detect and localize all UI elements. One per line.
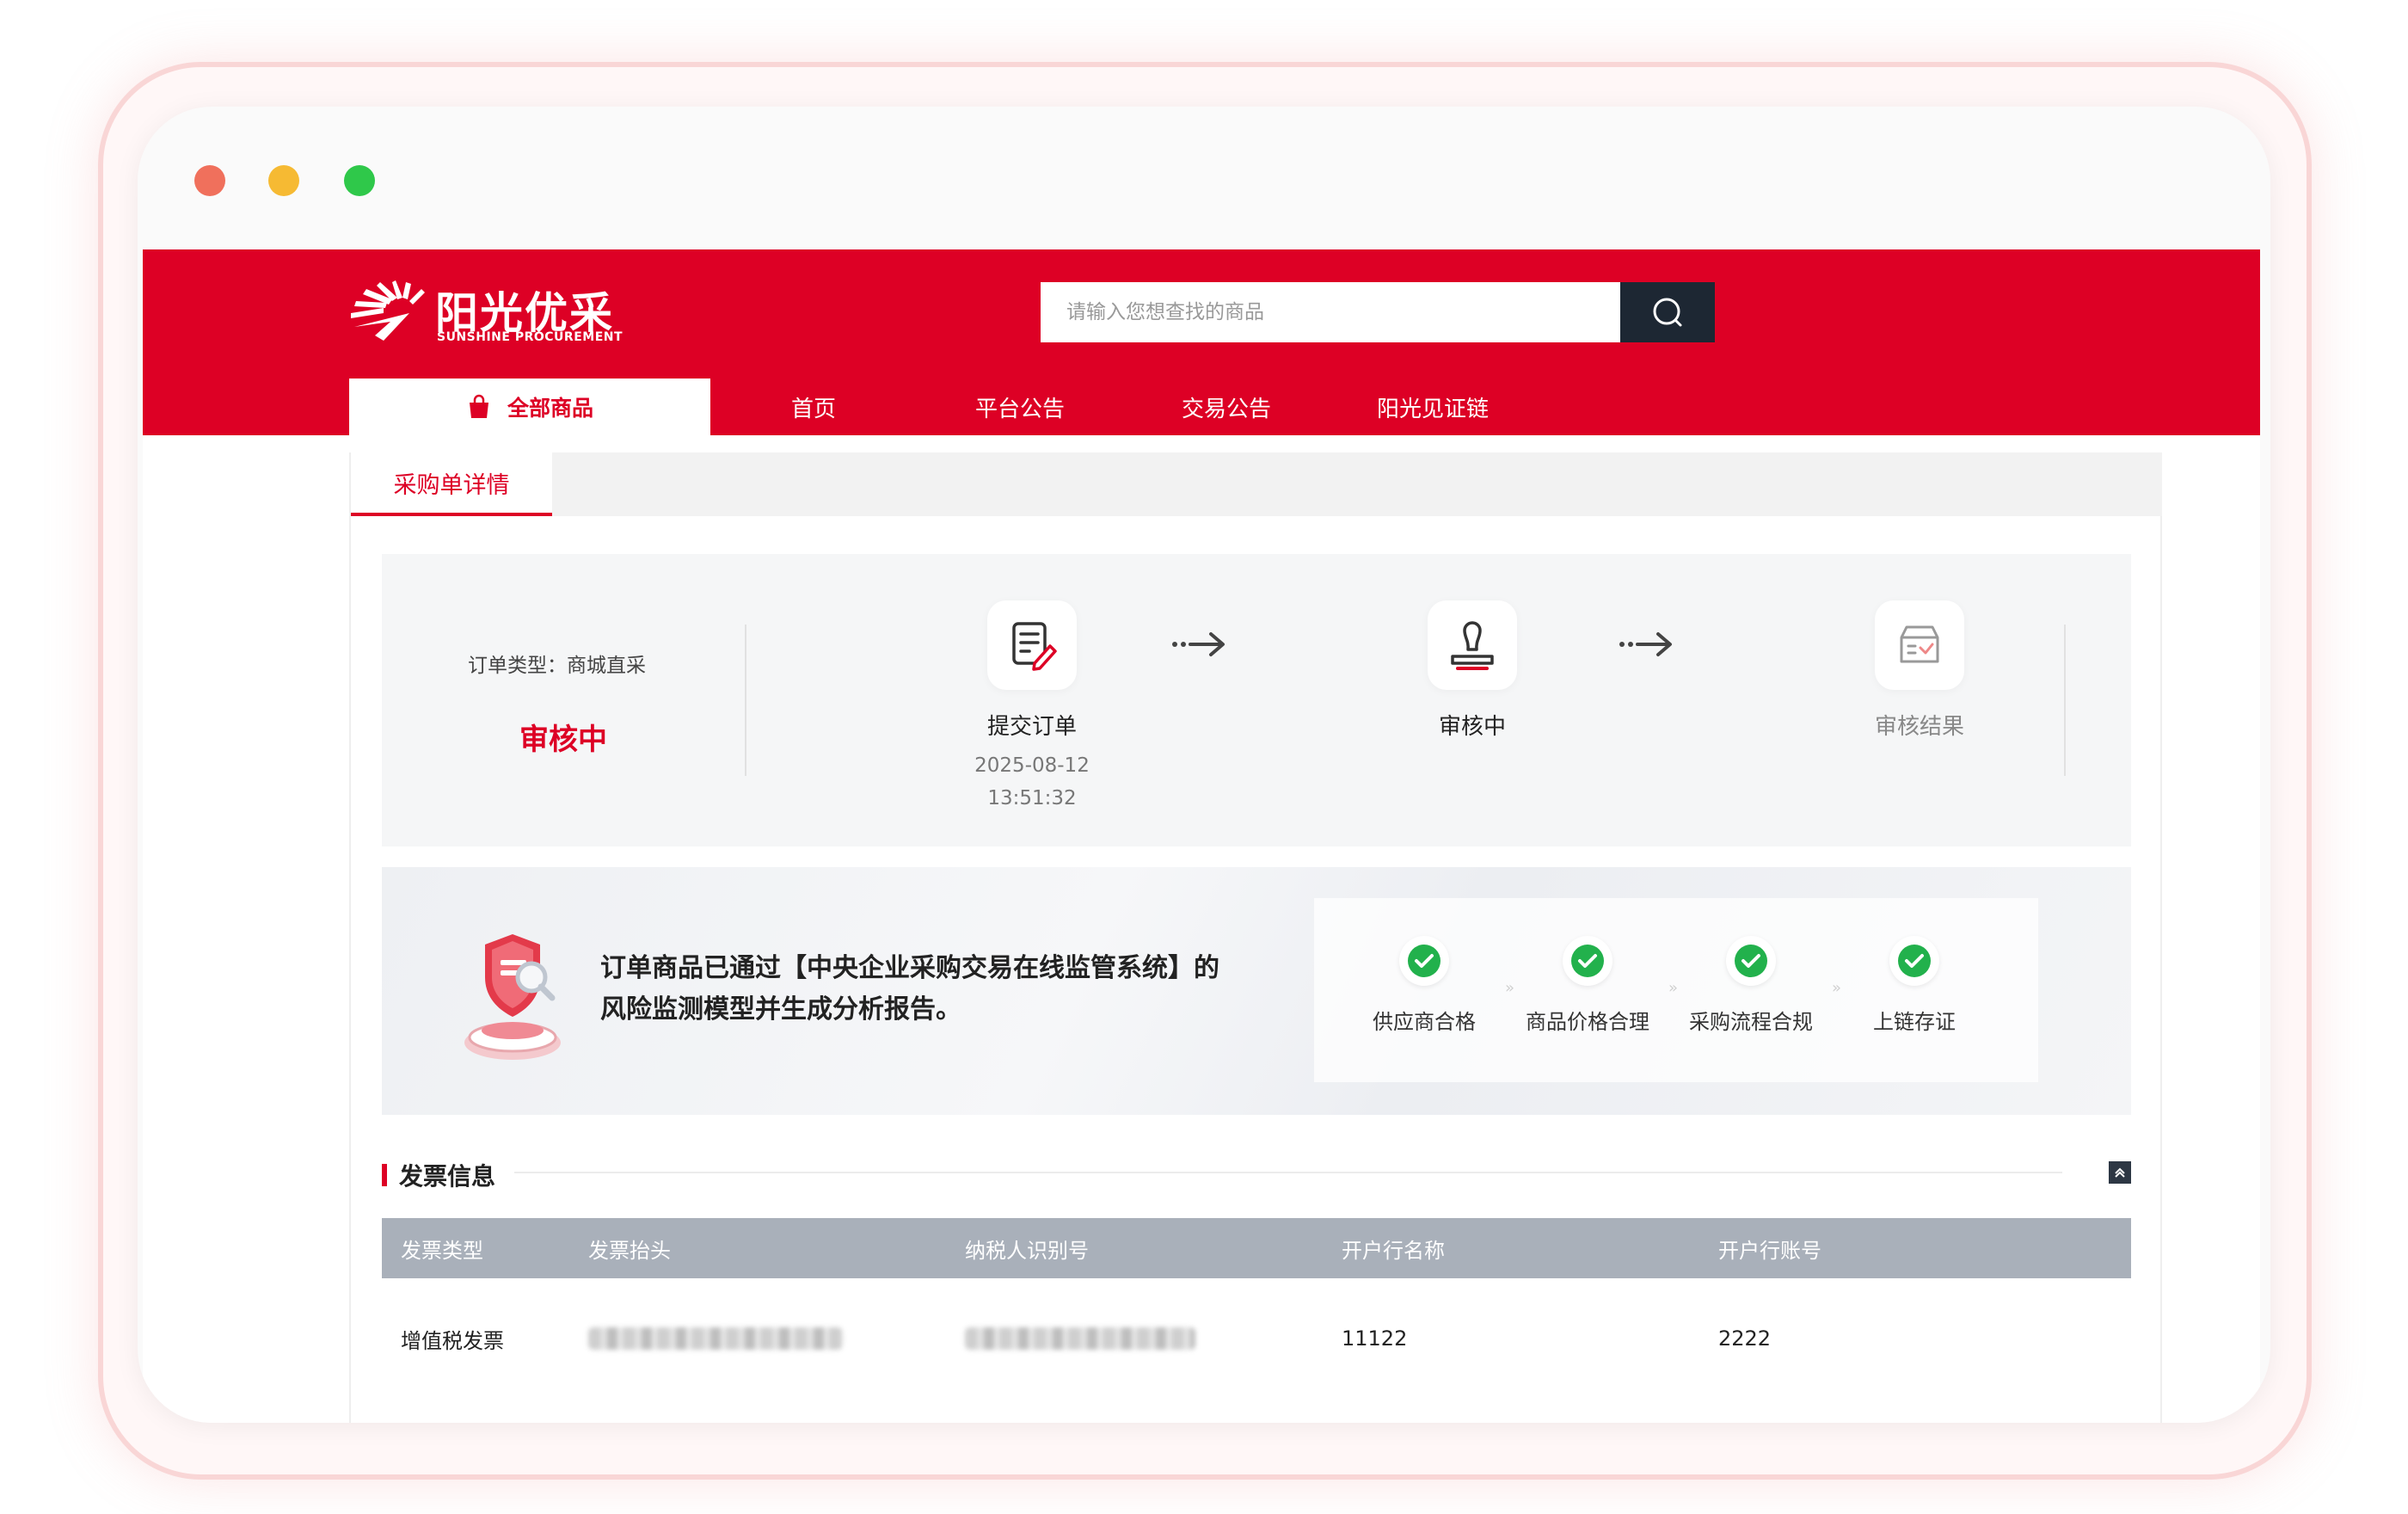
step-icon-wrapper xyxy=(1875,600,1964,690)
shopping-bag-icon xyxy=(469,394,488,418)
close-dot[interactable] xyxy=(194,165,225,196)
shield-search-icon xyxy=(464,934,561,1060)
column-header: 开户行账号 xyxy=(1718,1238,1821,1263)
divider xyxy=(2064,625,2066,776)
check-circle xyxy=(1726,936,1776,986)
order-status: 审核中 xyxy=(519,723,607,757)
arrow-right-icon xyxy=(1619,632,1672,656)
collapse-button[interactable] xyxy=(2109,1161,2131,1184)
nav-item-platform-notice[interactable]: 平台公告 xyxy=(917,378,1123,435)
check-on-chain: 上链存证 xyxy=(1828,936,2000,1035)
column-header: 开户行名称 xyxy=(1342,1238,1445,1263)
check-icon xyxy=(1408,945,1440,977)
bank-account-cell: 2222 xyxy=(1718,1326,1772,1351)
sunburst-logo-icon xyxy=(351,280,425,341)
logo-english-text: SUNSHINE PROCUREMENT xyxy=(437,330,624,344)
check-label: 供应商合格 xyxy=(1373,1010,1476,1034)
check-label: 上链存证 xyxy=(1873,1010,1956,1034)
edit-document-icon xyxy=(1012,622,1057,671)
bank-name-cell: 11122 xyxy=(1342,1326,1408,1351)
page: 阳光优采 SUNSHINE PROCUREMENT 请输入您想查找的商品 全部商… xyxy=(143,249,2260,1423)
invoice-type-cell: 增值税发票 xyxy=(401,1328,504,1353)
section-divider xyxy=(514,1172,2062,1173)
step-time: 13:51:32 xyxy=(987,787,1077,809)
step-icon-wrapper xyxy=(987,600,1077,690)
order-status-panel: 订单类型：商城直采 审核中 提交订单 2025-08-12 13:51:32 审… xyxy=(382,554,2131,846)
minimize-dot[interactable] xyxy=(268,165,299,196)
divider xyxy=(745,625,746,776)
column-header: 纳税人识别号 xyxy=(965,1238,1089,1263)
step-date: 2025-08-12 xyxy=(974,754,1090,777)
check-process-compliant: 采购流程合规 xyxy=(1665,936,1837,1035)
main-nav: 全部商品 首页 平台公告 交易公告 阳光见证链 xyxy=(349,378,1536,435)
step-review-result: 审核结果 xyxy=(1834,600,2006,741)
step-label: 审核结果 xyxy=(1874,714,1964,740)
browser-window: 阳光优采 SUNSHINE PROCUREMENT 请输入您想查找的商品 全部商… xyxy=(138,107,2270,1423)
section-invoice-title: 发票信息 xyxy=(382,1158,495,1192)
risk-monitor-panel: 订单商品已通过【中央企业采购交易在线监管系统】的 风险监测模型并生成分析报告。 … xyxy=(382,867,2131,1115)
order-type: 订单类型：商城直采 xyxy=(468,655,646,677)
risk-message: 订单商品已通过【中央企业采购交易在线监管系统】的 风险监测模型并生成分析报告。 xyxy=(600,948,1219,1031)
search-bar xyxy=(1041,282,1715,342)
stamp-icon xyxy=(1451,621,1494,670)
inbox-check-icon xyxy=(1900,625,1939,663)
nav-item-trade-notice[interactable]: 交易公告 xyxy=(1123,378,1330,435)
check-icon xyxy=(1735,945,1767,977)
nav-all-products-label: 全部商品 xyxy=(507,396,593,421)
check-circle xyxy=(1563,936,1612,986)
section-accent-bar xyxy=(382,1164,387,1186)
check-label: 商品价格合理 xyxy=(1526,1010,1649,1034)
nav-item-sunshine-chain[interactable]: 阳光见证链 xyxy=(1330,378,1536,435)
step-icon-wrapper xyxy=(1428,600,1517,690)
check-circle xyxy=(1889,936,1939,986)
tab-bar: 采购单详情 xyxy=(351,452,2162,516)
check-icon xyxy=(1898,945,1931,977)
tab-order-detail[interactable]: 采购单详情 xyxy=(351,452,552,516)
chevron-up-icon xyxy=(2115,1167,2125,1178)
nav-item-home[interactable]: 首页 xyxy=(710,378,917,435)
risk-message-line2: 风险监测模型并生成分析报告。 xyxy=(600,994,961,1025)
site-logo[interactable]: 阳光优采 SUNSHINE PROCUREMENT xyxy=(349,279,624,348)
column-header: 发票类型 xyxy=(401,1238,483,1263)
taxpayer-id-redacted xyxy=(965,1327,1195,1350)
search-input[interactable] xyxy=(1041,282,1620,342)
content-area: 采购单详情 订单类型：商城直采 审核中 提交订单 2025-08-12 13:5… xyxy=(349,452,2162,1423)
step-label: 审核中 xyxy=(1438,714,1506,740)
column-header: 发票抬头 xyxy=(588,1238,671,1263)
search-button[interactable] xyxy=(1620,282,1715,342)
site-header: 阳光优采 SUNSHINE PROCUREMENT 请输入您想查找的商品 全部商… xyxy=(143,249,2260,435)
step-reviewing: 审核中 xyxy=(1386,600,1558,741)
risk-check-list: 供应商合格 » 商品价格合理 » 采购流程合规 » 上链存证 xyxy=(1314,898,2038,1082)
check-circle xyxy=(1399,936,1449,986)
nav-all-products[interactable]: 全部商品 xyxy=(349,378,710,435)
step-label: 提交订单 xyxy=(986,714,1077,740)
arrow-right-icon xyxy=(1172,632,1225,656)
invoice-table-header: 发票类型 发票抬头 纳税人识别号 开户行名称 开户行账号 xyxy=(382,1218,2131,1278)
search-icon xyxy=(1653,298,1682,327)
check-supplier-qualified: 供应商合格 xyxy=(1338,936,1510,1035)
section-title-text: 发票信息 xyxy=(399,1162,496,1191)
step-submit-order: 提交订单 2025-08-12 13:51:32 xyxy=(946,600,1118,815)
table-row: 增值税发票 11122 2222 xyxy=(382,1278,2131,1399)
check-price-reasonable: 商品价格合理 xyxy=(1502,936,1674,1035)
risk-message-line1: 订单商品已通过【中央企业采购交易在线监管系统】的 xyxy=(600,953,1219,983)
maximize-dot[interactable] xyxy=(344,165,375,196)
check-icon xyxy=(1571,945,1604,977)
check-label: 采购流程合规 xyxy=(1689,1010,1813,1034)
invoice-title-redacted xyxy=(588,1327,843,1350)
